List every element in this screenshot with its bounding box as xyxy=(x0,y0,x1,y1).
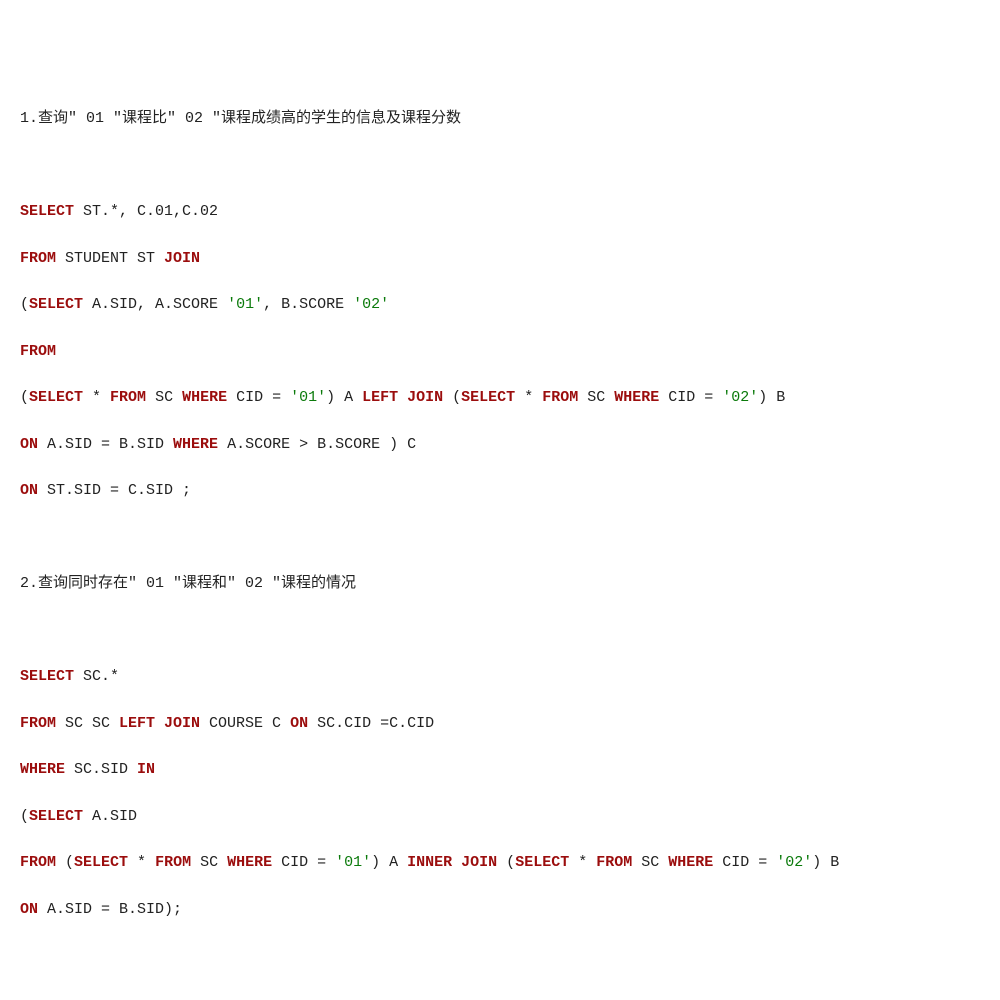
kw-select: SELECT xyxy=(20,668,74,685)
blank-line xyxy=(20,526,980,549)
q2-line4: (SELECT A.SID xyxy=(20,805,980,828)
kw-left-join: LEFT JOIN xyxy=(119,715,200,732)
kw-on: ON xyxy=(20,436,38,453)
text: A.SID = B.SID xyxy=(38,436,173,453)
kw-on: ON xyxy=(20,482,38,499)
kw-select: SELECT xyxy=(29,808,83,825)
text: SC xyxy=(146,389,182,406)
q2-line2: FROM SC SC LEFT JOIN COURSE C ON SC.CID … xyxy=(20,712,980,735)
kw-in: IN xyxy=(137,761,155,778)
text: A.SID xyxy=(83,808,137,825)
text: STUDENT ST xyxy=(56,250,164,267)
kw-where: WHERE xyxy=(182,389,227,406)
text: * xyxy=(515,389,542,406)
q1-line6: ON A.SID = B.SID WHERE A.SCORE > B.SCORE… xyxy=(20,433,980,456)
text: SC xyxy=(578,389,614,406)
kw-from: FROM xyxy=(20,715,56,732)
string-literal: '02' xyxy=(776,854,812,871)
kw-from: FROM xyxy=(542,389,578,406)
kw-where: WHERE xyxy=(227,854,272,871)
text: ( xyxy=(497,854,515,871)
kw-where: WHERE xyxy=(20,761,65,778)
blank-line xyxy=(20,154,980,177)
text: SC SC xyxy=(56,715,119,732)
kw-select: SELECT xyxy=(74,854,128,871)
text: ) A xyxy=(371,854,407,871)
kw-join: JOIN xyxy=(164,250,200,267)
q1-line3: (SELECT A.SID, A.SCORE '01', B.SCORE '02… xyxy=(20,293,980,316)
text: * xyxy=(569,854,596,871)
text: SC.CID =C.CID xyxy=(308,715,434,732)
q1-line4: FROM xyxy=(20,340,980,363)
text: A.SCORE > B.SCORE ) C xyxy=(218,436,416,453)
kw-from: FROM xyxy=(596,854,632,871)
string-literal: '02' xyxy=(722,389,758,406)
q1-line1: SELECT ST.*, C.01,C.02 xyxy=(20,200,980,223)
q1-line5: (SELECT * FROM SC WHERE CID = '01') A LE… xyxy=(20,386,980,409)
q1-line7: ON ST.SID = C.SID ; xyxy=(20,479,980,502)
kw-select: SELECT xyxy=(29,296,83,313)
text: CID = xyxy=(659,389,722,406)
text: SC xyxy=(191,854,227,871)
question-1-title: 1.查询" 01 "课程比" 02 "课程成绩高的学生的信息及课程分数 xyxy=(20,107,980,130)
kw-where: WHERE xyxy=(173,436,218,453)
kw-from: FROM xyxy=(110,389,146,406)
kw-where: WHERE xyxy=(614,389,659,406)
text: ) B xyxy=(812,854,839,871)
question-2-title: 2.查询同时存在" 01 "课程和" 02 "课程的情况 xyxy=(20,572,980,595)
text: ST.*, C.01,C.02 xyxy=(74,203,218,220)
kw-from: FROM xyxy=(20,343,56,360)
text: ( xyxy=(20,296,29,313)
text: COURSE C xyxy=(200,715,290,732)
text: ( xyxy=(443,389,461,406)
text: ) B xyxy=(758,389,785,406)
kw-on: ON xyxy=(20,901,38,918)
text: CID = xyxy=(272,854,335,871)
text: A.SID, A.SCORE xyxy=(83,296,227,313)
q2-line6: ON A.SID = B.SID); xyxy=(20,898,980,921)
text: , B.SCORE xyxy=(263,296,353,313)
kw-left-join: LEFT JOIN xyxy=(362,389,443,406)
string-literal: '02' xyxy=(353,296,389,313)
text: CID = xyxy=(713,854,776,871)
text: CID = xyxy=(227,389,290,406)
string-literal: '01' xyxy=(290,389,326,406)
q2-line3: WHERE SC.SID IN xyxy=(20,758,980,781)
q1-line2: FROM STUDENT ST JOIN xyxy=(20,247,980,270)
text: SC.* xyxy=(74,668,119,685)
kw-inner-join: INNER JOIN xyxy=(407,854,497,871)
kw-where: WHERE xyxy=(668,854,713,871)
text: ( xyxy=(20,389,29,406)
kw-from: FROM xyxy=(20,250,56,267)
text: ) A xyxy=(326,389,362,406)
text: * xyxy=(83,389,110,406)
string-literal: '01' xyxy=(335,854,371,871)
text: SC xyxy=(632,854,668,871)
text: ( xyxy=(56,854,74,871)
string-literal: '01' xyxy=(227,296,263,313)
kw-select: SELECT xyxy=(515,854,569,871)
text: ST.SID = C.SID ; xyxy=(38,482,191,499)
q2-line1: SELECT SC.* xyxy=(20,665,980,688)
kw-select: SELECT xyxy=(461,389,515,406)
kw-from: FROM xyxy=(20,854,56,871)
q2-line5: FROM (SELECT * FROM SC WHERE CID = '01')… xyxy=(20,851,980,874)
text: ( xyxy=(20,808,29,825)
text: A.SID = B.SID); xyxy=(38,901,182,918)
text: SC.SID xyxy=(65,761,137,778)
kw-select: SELECT xyxy=(29,389,83,406)
kw-select: SELECT xyxy=(20,203,74,220)
kw-from: FROM xyxy=(155,854,191,871)
text: * xyxy=(128,854,155,871)
kw-on: ON xyxy=(290,715,308,732)
blank-line xyxy=(20,619,980,642)
